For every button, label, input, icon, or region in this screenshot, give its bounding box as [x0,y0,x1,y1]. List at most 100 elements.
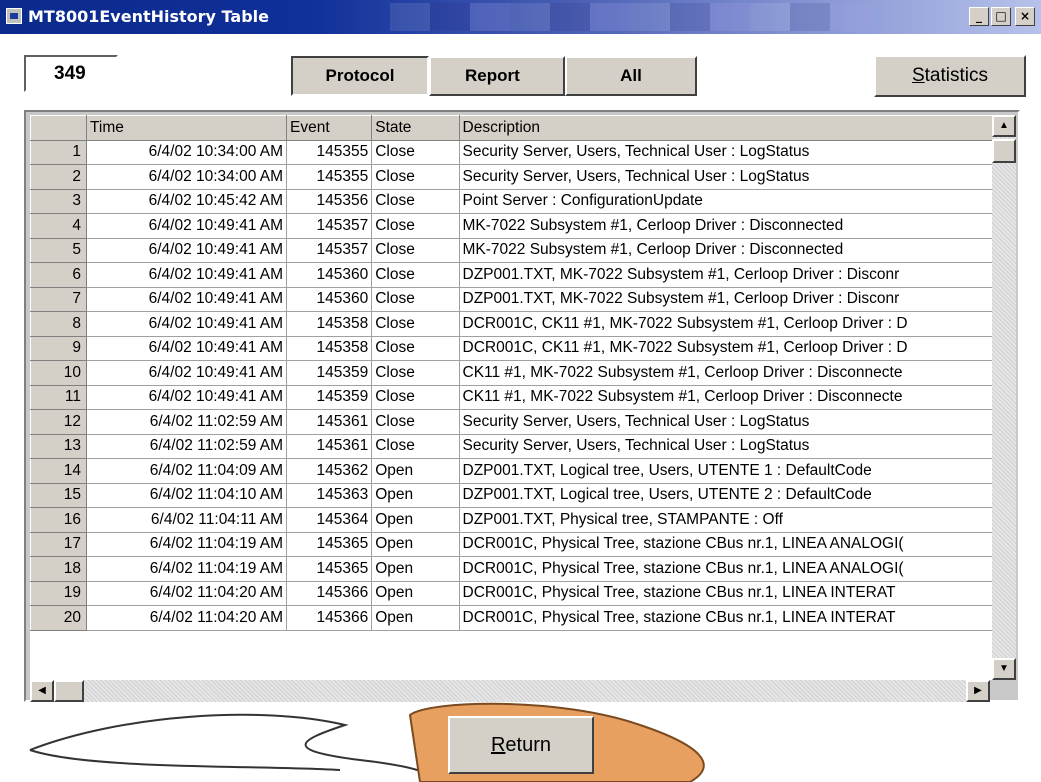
maximize-button[interactable]: □ [991,7,1011,26]
cell-state: Open [371,605,460,631]
minimize-button[interactable]: _ [969,7,989,26]
cell-event: 145362 [286,458,373,484]
cell-time: 6/4/02 11:04:20 AM [85,580,288,606]
record-count: 349 [24,55,118,92]
tab-report[interactable]: Report [429,56,565,96]
cell-state: Open [371,556,460,582]
cell-state: Close [371,433,460,459]
cell-event: 145366 [286,605,373,631]
vertical-scroll-thumb[interactable] [992,139,1016,163]
row-number: 17 [30,531,87,557]
table-row[interactable]: 17 6/4/02 11:04:19 AM 145365 Open DCR001C, P… [30,531,994,557]
cell-state: Open [371,458,460,484]
cell-state: Close [371,384,460,410]
cell-event: 145360 [286,262,373,288]
cell-event: 145359 [286,384,373,410]
table-row[interactable]: 11 6/4/02 10:49:41 AM 145359 Close CK11 #1, … [30,384,994,410]
cell-event: 145357 [286,237,373,263]
column-header-state[interactable]: State [371,115,460,141]
cell-state: Close [371,188,460,214]
cell-time: 6/4/02 11:04:20 AM [85,605,288,631]
table-row[interactable]: 18 6/4/02 11:04:19 AM 145365 Open DCR001C, P… [30,556,994,582]
cell-state: Close [371,409,460,435]
app-icon[interactable] [6,8,22,24]
table-row[interactable]: 10 6/4/02 10:49:41 AM 145359 Close CK11 #1, … [30,360,994,386]
cell-time: 6/4/02 11:04:11 AM [85,507,288,533]
row-number: 9 [30,335,87,361]
row-number: 19 [30,580,87,606]
cell-state: Open [371,531,460,557]
row-number: 11 [30,384,87,410]
vertical-scrollbar[interactable]: ▲ ▼ [992,115,1016,680]
event-grid[interactable]: Time Event State Description 1 6/4/02 10:… [30,115,994,680]
cell-event: 145365 [286,531,373,557]
statistics-label: tatistics [924,65,989,86]
cell-time: 6/4/02 10:49:41 AM [85,335,288,361]
table-row[interactable]: 20 6/4/02 11:04:20 AM 145366 Open DCR001C, P… [30,605,994,631]
table-row[interactable]: 2 6/4/02 10:34:00 AM 145355 Close Security S… [30,164,994,190]
cell-description: DZP001.TXT, Logical tree, Users, UTENTE … [458,458,994,484]
cell-event: 145355 [286,139,373,165]
cell-event: 145361 [286,433,373,459]
cell-state: Close [371,139,460,165]
row-number: 13 [30,433,87,459]
table-row[interactable]: 9 6/4/02 10:49:41 AM 145358 Close DCR001C, C… [30,335,994,361]
cell-description: DZP001.TXT, MK-7022 Subsystem #1, Cerloo… [458,262,994,288]
cell-description: DCR001C, CK11 #1, MK-7022 Subsystem #1, … [458,335,994,361]
cell-time: 6/4/02 10:49:41 AM [85,262,288,288]
cell-event: 145357 [286,213,373,239]
cell-time: 6/4/02 10:49:41 AM [85,311,288,337]
cell-time: 6/4/02 11:04:09 AM [85,458,288,484]
column-header-time[interactable]: Time [85,115,288,141]
row-number: 20 [30,605,87,631]
table-row[interactable]: 13 6/4/02 11:02:59 AM 145361 Close Security … [30,433,994,459]
statistics-button[interactable]: Statistics [874,55,1026,97]
cell-time: 6/4/02 11:02:59 AM [85,433,288,459]
table-row[interactable]: 6 6/4/02 10:49:41 AM 145360 Close DZP001.TXT… [30,262,994,288]
row-number: 10 [30,360,87,386]
cell-event: 145356 [286,188,373,214]
table-row[interactable]: 16 6/4/02 11:04:11 AM 145364 Open DZP001.TXT… [30,507,994,533]
column-header-event[interactable]: Event [286,115,373,141]
row-number: 15 [30,482,87,508]
cell-description: CK11 #1, MK-7022 Subsystem #1, Cerloop D… [458,360,994,386]
row-number: 14 [30,458,87,484]
cell-time: 6/4/02 10:49:41 AM [85,360,288,386]
row-number: 18 [30,556,87,582]
table-row[interactable]: 3 6/4/02 10:45:42 AM 145356 Close Point Serv… [30,188,994,214]
table-row[interactable]: 8 6/4/02 10:49:41 AM 145358 Close DCR001C, C… [30,311,994,337]
cell-description: Security Server, Users, Technical User :… [458,139,994,165]
cell-state: Open [371,580,460,606]
cell-description: DCR001C, Physical Tree, stazione CBus nr… [458,531,994,557]
table-row[interactable]: 1 6/4/02 10:34:00 AM 145355 Close Security S… [30,139,994,165]
table-row[interactable]: 5 6/4/02 10:49:41 AM 145357 Close MK-7022 Su… [30,237,994,263]
close-button[interactable]: × [1015,7,1035,26]
table-row[interactable]: 7 6/4/02 10:49:41 AM 145360 Close DZP001.TXT… [30,286,994,312]
statistics-accelerator: S [911,65,925,86]
cell-state: Close [371,262,460,288]
cell-description: MK-7022 Subsystem #1, Cerloop Driver : D… [458,237,994,263]
column-header-description[interactable]: Description [458,115,994,141]
cell-time: 6/4/02 10:49:41 AM [85,286,288,312]
cell-state: Close [371,237,460,263]
return-accelerator: R [490,734,506,756]
tab-all[interactable]: All [565,56,697,96]
cell-description: Security Server, Users, Technical User :… [458,164,994,190]
column-header-index[interactable] [30,115,87,141]
cell-event: 145363 [286,482,373,508]
table-row[interactable]: 4 6/4/02 10:49:41 AM 145357 Close MK-7022 Su… [30,213,994,239]
table-row[interactable]: 15 6/4/02 11:04:10 AM 145363 Open DZP001.TXT… [30,482,994,508]
cell-event: 145365 [286,556,373,582]
tab-protocol[interactable]: Protocol [291,56,429,96]
table-row[interactable]: 14 6/4/02 11:04:09 AM 145362 Open DZP001.TXT… [30,458,994,484]
title-bar-decoration [390,3,870,31]
scroll-down-icon[interactable]: ▼ [992,658,1016,680]
scroll-up-icon[interactable]: ▲ [992,115,1016,137]
cell-event: 145359 [286,360,373,386]
return-button[interactable]: Return [448,716,594,774]
row-number: 4 [30,213,87,239]
cell-state: Close [371,286,460,312]
table-row[interactable]: 19 6/4/02 11:04:20 AM 145366 Open DCR001C, P… [30,580,994,606]
cell-description: DCR001C, CK11 #1, MK-7022 Subsystem #1, … [458,311,994,337]
table-row[interactable]: 12 6/4/02 11:02:59 AM 145361 Close Security … [30,409,994,435]
